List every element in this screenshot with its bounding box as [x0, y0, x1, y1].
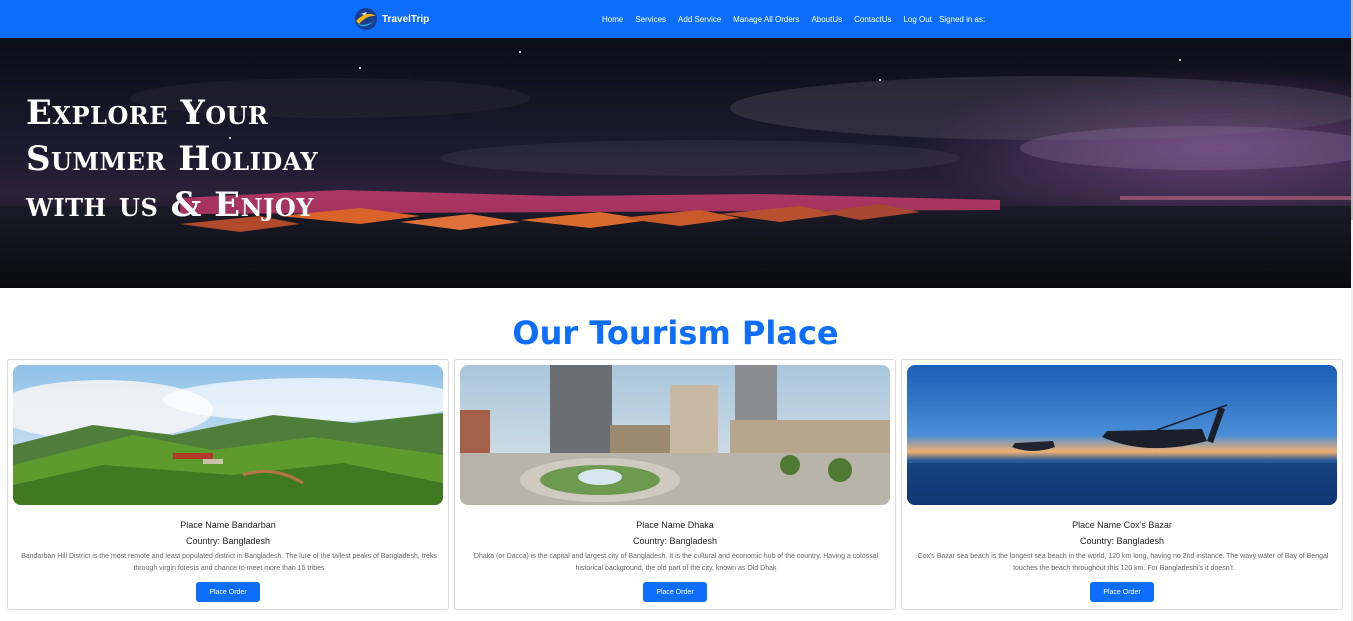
navbar: TravelTrip Home Services Add Service Man… [0, 0, 1351, 38]
place-order-button[interactable]: Place Order [1090, 582, 1154, 602]
place-card-coxs-bazar: Place Name Cox's Bazar Country: Banglade… [901, 359, 1343, 610]
nav-home[interactable]: Home [596, 15, 629, 24]
brand-name: TravelTrip [382, 13, 430, 25]
place-description: Dhaka (or Dacca) is the capital and larg… [473, 553, 879, 572]
place-order-button[interactable]: Place Order [643, 582, 707, 602]
nav-add-service[interactable]: Add Service [672, 15, 727, 24]
place-card-dhaka: Place Name Dhaka Country: Bangladesh Dha… [454, 359, 896, 610]
place-order-button[interactable]: Place Order [196, 582, 260, 602]
nav-contact-us[interactable]: ContactUs [848, 15, 897, 24]
signed-in-label: Signed in as: [938, 14, 986, 24]
section-title: Our Tourism Place [512, 314, 839, 352]
nav-about-us[interactable]: AboutUs [805, 15, 848, 24]
place-country: Country: Bangladesh [185, 536, 271, 546]
bandarban-image [13, 365, 443, 505]
place-name: Place Name Cox's Bazar [1072, 520, 1172, 530]
place-name: Place Name Bandarban [180, 520, 276, 530]
place-country: Country: Bangladesh [1079, 536, 1165, 546]
hero-line-3: with us & Enjoy [26, 185, 314, 225]
place-description: Bandarban Hill District is the most remo… [21, 553, 437, 572]
place-description: Cox's Bazar sea beach is the longest sea… [917, 553, 1329, 572]
hero-line-2: Summer Holiday [26, 139, 319, 179]
nav-links: Home Services Add Service Manage All Ord… [596, 0, 985, 38]
place-country: Country: Bangladesh [632, 536, 718, 546]
traveltrip-logo-icon [355, 8, 377, 30]
place-card-bandarban: Place Name Bandarban Country: Bangladesh… [7, 359, 449, 610]
log-out-button[interactable]: Log Out [897, 15, 937, 24]
hero-banner: Explore Your Summer Holiday with us & En… [0, 38, 1351, 288]
dhaka-image [460, 365, 890, 505]
nav-manage-all-orders[interactable]: Manage All Orders [727, 15, 805, 24]
brand[interactable]: TravelTrip [353, 5, 429, 33]
hero-title: Explore Your Summer Holiday with us & En… [26, 90, 318, 228]
coxs-bazar-image [907, 365, 1337, 505]
nav-services[interactable]: Services [629, 15, 672, 24]
page: TravelTrip Home Services Add Service Man… [0, 0, 1353, 621]
hero-line-1: Explore Your [26, 93, 269, 133]
place-name: Place Name Dhaka [636, 520, 714, 530]
